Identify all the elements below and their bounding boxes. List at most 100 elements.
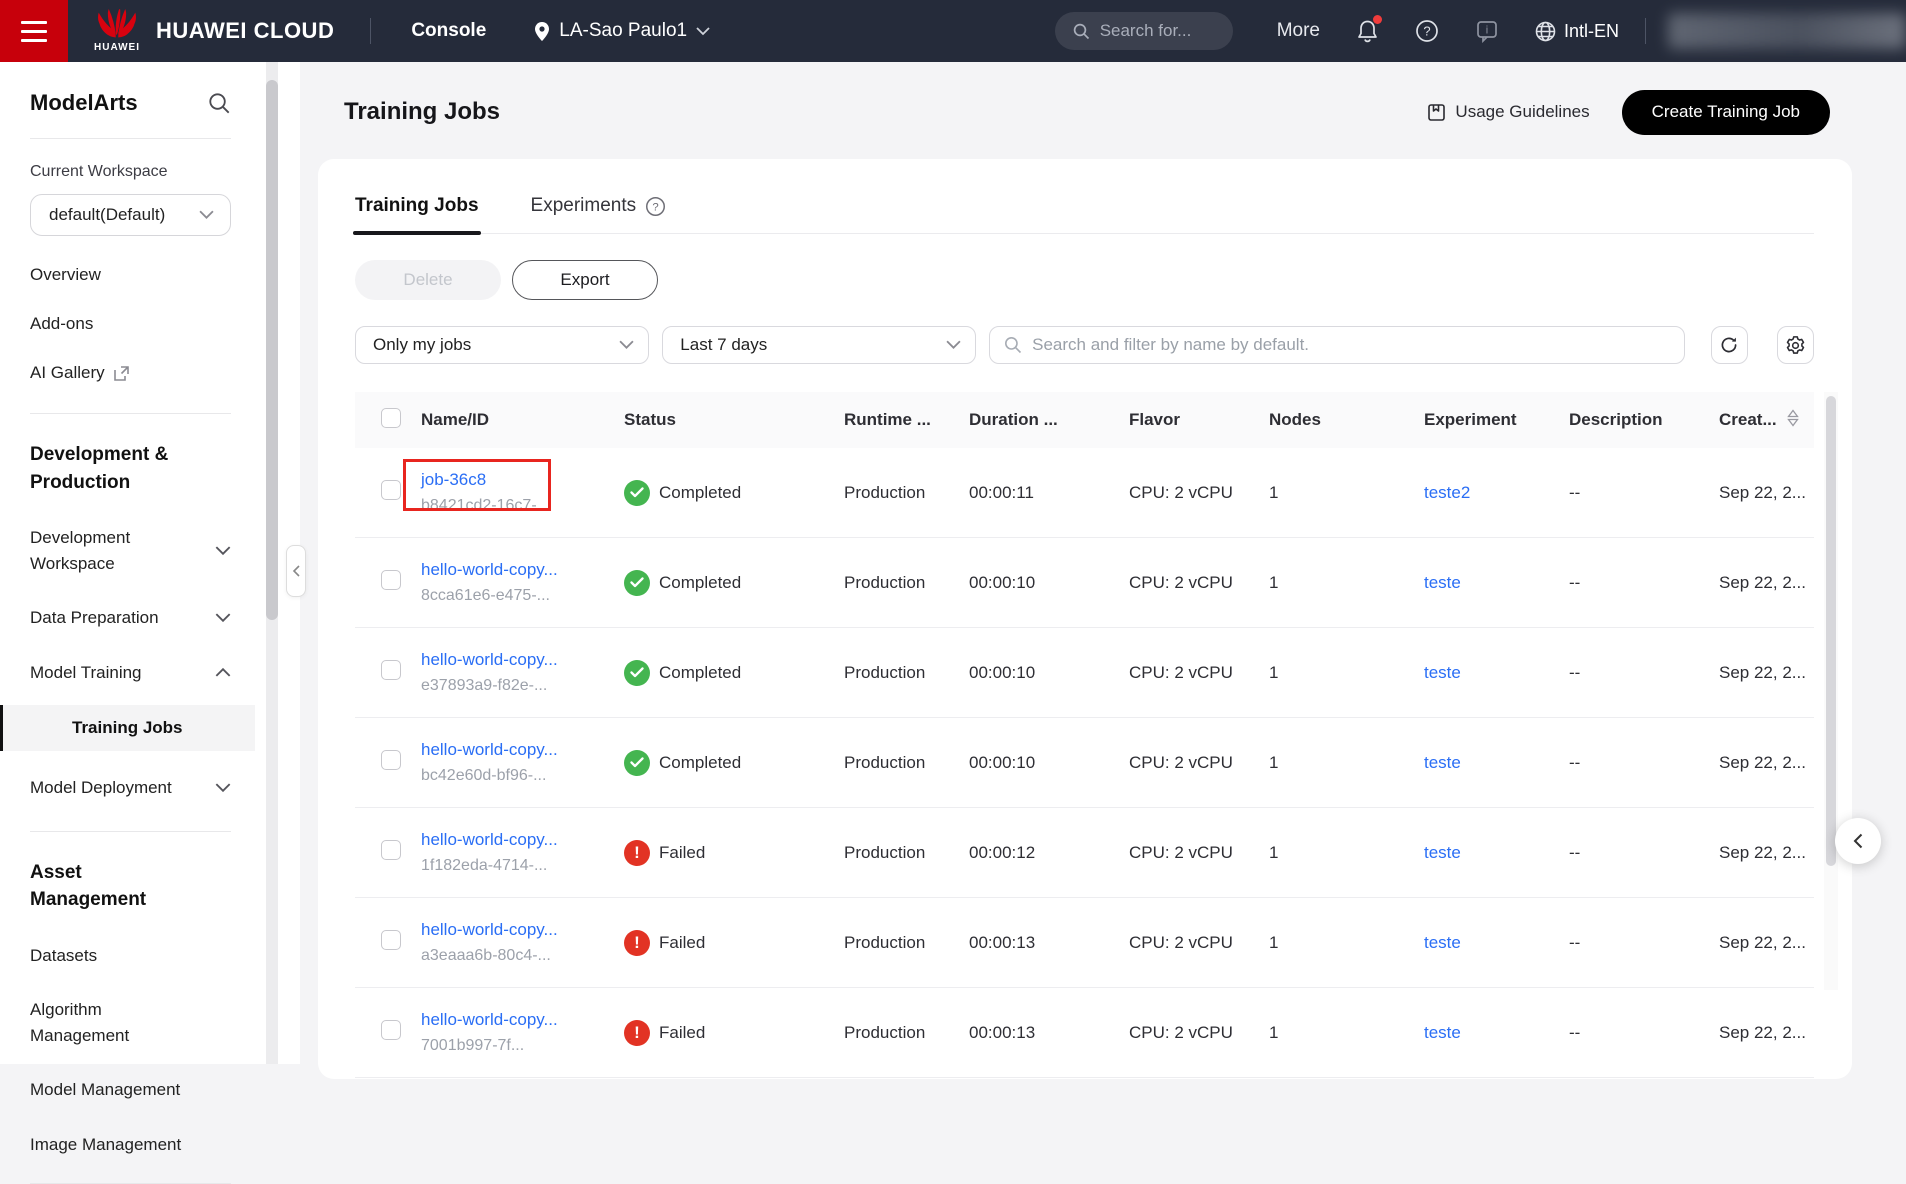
sidebar-item-add-ons[interactable]: Add-ons xyxy=(30,314,231,334)
panel-collapse-button[interactable] xyxy=(1835,818,1881,864)
column-header-status[interactable]: Status xyxy=(591,410,811,430)
sidebar-item-overview[interactable]: Overview xyxy=(30,265,231,285)
column-label: Name/ID xyxy=(421,410,489,429)
column-header-nodes[interactable]: Nodes xyxy=(1236,410,1391,430)
description-cell: -- xyxy=(1536,1023,1686,1043)
item-label: Algorithm Management xyxy=(30,997,190,1048)
experiment-link[interactable]: teste xyxy=(1424,753,1461,772)
row-checkbox[interactable] xyxy=(381,840,401,860)
table-settings-button[interactable] xyxy=(1777,326,1814,364)
experiment-link[interactable]: teste xyxy=(1424,573,1461,592)
duration-cell: 00:00:12 xyxy=(936,843,1096,863)
row-checkbox[interactable] xyxy=(381,750,401,770)
job-id: 8cca61e6-e475-... xyxy=(421,587,591,605)
export-button[interactable]: Export xyxy=(512,260,658,300)
feedback-bubble-icon: i xyxy=(1475,19,1499,43)
tab-training-jobs[interactable]: Training Jobs xyxy=(355,195,479,233)
scrollbar-thumb[interactable] xyxy=(266,80,278,620)
column-header-name[interactable]: Name/ID xyxy=(421,410,591,430)
sidebar-search-icon[interactable] xyxy=(208,92,231,115)
jobs-filter-select[interactable]: Only my jobs xyxy=(355,326,649,364)
chevron-left-icon xyxy=(1853,833,1863,849)
help-button[interactable]: ? xyxy=(1415,19,1439,43)
experiment-link[interactable]: teste2 xyxy=(1424,483,1470,502)
runtime-cell: Production xyxy=(811,933,936,953)
sidebar-item-image-management[interactable]: Image Management xyxy=(30,1132,231,1158)
row-checkbox[interactable] xyxy=(381,480,401,500)
refresh-button[interactable] xyxy=(1711,326,1748,364)
column-header-runtime[interactable]: Runtime ... xyxy=(811,410,936,430)
sidebar-collapse-handle[interactable] xyxy=(286,545,306,597)
experiment-link[interactable]: teste xyxy=(1424,843,1461,862)
chevron-down-icon xyxy=(946,340,961,350)
huawei-logo[interactable]: HUAWEI xyxy=(94,9,140,53)
usage-guidelines-link[interactable]: Usage Guidelines xyxy=(1427,102,1589,122)
nodes-cell: 1 xyxy=(1236,663,1391,683)
job-name-link[interactable]: hello-world-copy... xyxy=(421,1010,558,1029)
row-checkbox[interactable] xyxy=(381,660,401,680)
experiment-cell: teste2 xyxy=(1391,483,1536,503)
row-checkbox[interactable] xyxy=(381,570,401,590)
hamburger-menu-icon[interactable] xyxy=(0,0,68,62)
table-row: hello-world-copy...e37893a9-f82e-...Comp… xyxy=(355,628,1814,718)
sidebar-item-algorithm-management[interactable]: Algorithm Management xyxy=(30,997,231,1048)
help-circle-icon[interactable]: ? xyxy=(645,196,666,217)
column-header-flavor[interactable]: Flavor xyxy=(1096,410,1236,430)
notifications-button[interactable] xyxy=(1356,19,1379,43)
table-scrollbar-thumb[interactable] xyxy=(1826,396,1836,866)
sidebar-item-model-training[interactable]: Model Training xyxy=(30,660,231,686)
table-search-input[interactable] xyxy=(1032,335,1669,355)
select-all-checkbox[interactable] xyxy=(381,408,401,428)
search-icon xyxy=(1004,336,1022,354)
row-checkbox-cell xyxy=(355,930,421,955)
column-header-description[interactable]: Description xyxy=(1536,410,1686,430)
column-header-experiment[interactable]: Experiment xyxy=(1391,410,1536,430)
sidebar-divider-3 xyxy=(30,831,231,832)
time-filter-select[interactable]: Last 7 days xyxy=(662,326,976,364)
sidebar-item-data-preparation[interactable]: Data Preparation xyxy=(30,605,231,631)
column-header-duration[interactable]: Duration ... xyxy=(936,410,1096,430)
status-cell: Completed xyxy=(591,750,811,776)
delete-button[interactable]: Delete xyxy=(355,260,501,300)
sidebar-item-model-management[interactable]: Model Management xyxy=(30,1077,231,1103)
tab-experiments[interactable]: Experiments ? xyxy=(531,195,667,233)
workspace-select[interactable]: default(Default) xyxy=(30,194,231,236)
job-name-link[interactable]: hello-world-copy... xyxy=(421,740,558,759)
global-search-input[interactable]: Search for... xyxy=(1055,12,1233,50)
job-name-link[interactable]: hello-world-copy... xyxy=(421,560,558,579)
sidebar-item-development-workspace[interactable]: Development Workspace xyxy=(30,525,231,576)
more-menu[interactable]: More xyxy=(1277,20,1320,42)
experiment-link[interactable]: teste xyxy=(1424,663,1461,682)
experiment-link[interactable]: teste xyxy=(1424,933,1461,952)
main-content: Training Jobs Usage Guidelines Create Tr… xyxy=(300,62,1906,1064)
status-cell: Completed xyxy=(591,480,811,506)
table-row: hello-world-copy...a3eaaa6b-80c4-...!Fai… xyxy=(355,898,1814,988)
language-selector[interactable]: Intl-EN xyxy=(1535,21,1619,42)
row-checkbox[interactable] xyxy=(381,930,401,950)
workspace-label: Current Workspace xyxy=(30,163,231,181)
sidebar-item-datasets[interactable]: Datasets xyxy=(30,943,231,969)
description-cell: -- xyxy=(1536,663,1686,683)
account-redacted[interactable] xyxy=(1668,13,1906,49)
table-search xyxy=(989,326,1684,364)
experiment-link[interactable]: teste xyxy=(1424,1023,1461,1042)
region-selector[interactable]: LA-Sao Paulo1 xyxy=(534,20,710,42)
job-name-link[interactable]: job-36c8 xyxy=(421,470,486,489)
row-checkbox[interactable] xyxy=(381,1020,401,1040)
sidebar-item-training-jobs-active[interactable]: Training Jobs xyxy=(0,705,255,751)
sidebar-item-model-deployment[interactable]: Model Deployment xyxy=(30,775,231,801)
create-training-job-button[interactable]: Create Training Job xyxy=(1622,90,1830,135)
feedback-button[interactable]: i xyxy=(1475,19,1499,43)
status-success-icon xyxy=(624,660,650,686)
sidebar-item-ai-gallery[interactable]: AI Gallery xyxy=(30,363,231,383)
runtime-cell: Production xyxy=(811,843,936,863)
console-link[interactable]: Console xyxy=(411,20,486,42)
name-id-cell: hello-world-copy...e37893a9-f82e-... xyxy=(421,650,591,695)
sort-icon[interactable] xyxy=(1787,409,1799,432)
job-id: bc42e60d-bf96-... xyxy=(421,767,591,785)
job-name-link[interactable]: hello-world-copy... xyxy=(421,920,558,939)
job-name-link[interactable]: hello-world-copy... xyxy=(421,830,558,849)
status-label: Failed xyxy=(659,1023,705,1043)
job-name-link[interactable]: hello-world-copy... xyxy=(421,650,558,669)
top-navbar: HUAWEI HUAWEI CLOUD Console LA-Sao Paulo… xyxy=(0,0,1906,62)
